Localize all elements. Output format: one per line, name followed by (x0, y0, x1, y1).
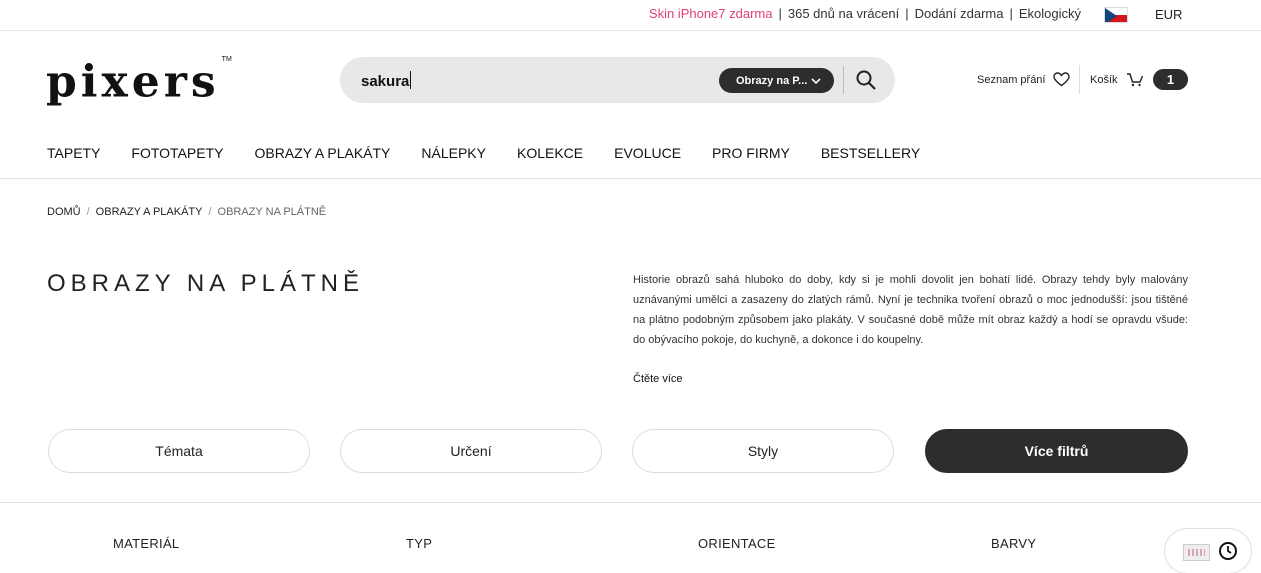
chevron-down-icon (811, 77, 821, 84)
promo-link[interactable]: Skin iPhone7 zdarma (649, 6, 773, 21)
filter-header-barvy[interactable]: BARVY (991, 536, 1036, 551)
nav-item-fototapety[interactable]: FOTOTAPETY (131, 145, 223, 161)
filter-header-typ[interactable]: TYP (406, 536, 432, 551)
pixers-logo[interactable]: pixers TM (46, 56, 232, 108)
wishlist-label: Seznam přání (977, 73, 1046, 86)
cart-count-badge[interactable]: 1 (1153, 69, 1188, 90)
cart-label: Košík (1090, 73, 1118, 86)
logo-text: pixers (46, 56, 220, 108)
czech-flag-icon[interactable] (1104, 7, 1128, 23)
top-links: Skin iPhone7 zdarma | 365 dnů na vrácení… (649, 6, 1081, 21)
breadcrumb-home[interactable]: DOMŮ (47, 206, 81, 218)
top-bar: Skin iPhone7 zdarma | 365 dnů na vrácení… (0, 0, 1261, 31)
category-description: Historie obrazů sahá hluboko do doby, kd… (633, 274, 1188, 346)
nav-item-kolekce[interactable]: KOLEKCE (517, 145, 583, 161)
heart-icon (1053, 72, 1071, 87)
returns-link[interactable]: 365 dnů na vrácení (788, 6, 899, 21)
main-nav: TAPETY FOTOTAPETY OBRAZY A PLAKÁTY NÁLEP… (47, 145, 951, 161)
filter-header-orientace[interactable]: ORIENTACE (698, 536, 776, 551)
search-icon[interactable] (855, 69, 877, 91)
wishlist-link[interactable]: Seznam přání (977, 72, 1071, 87)
nav-item-tapety[interactable]: TAPETY (47, 145, 100, 161)
currency-selector[interactable]: EUR (1155, 7, 1182, 22)
text-caret (410, 71, 412, 89)
eco-link[interactable]: Ekologický (1019, 6, 1081, 21)
more-filters-button[interactable]: Více filtrů (925, 429, 1188, 473)
logo-tm: TM (221, 56, 232, 63)
nav-item-evoluce[interactable]: EVOLUCE (614, 145, 681, 161)
cart-icon (1126, 73, 1143, 87)
product-thumbnail (1183, 544, 1210, 561)
breadcrumb-current: OBRAZY NA PLÁTNĚ (217, 206, 327, 218)
top-separator: | (905, 6, 909, 21)
search-scope-label: Obrazy na P... (736, 74, 808, 87)
top-separator: | (778, 6, 782, 21)
breadcrumb-separator: / (208, 206, 212, 218)
nav-divider (0, 178, 1261, 179)
cart-link[interactable]: Košík (1090, 72, 1144, 87)
read-more-link[interactable]: Čtěte více (633, 373, 683, 385)
filter-divider (0, 502, 1261, 503)
search-input[interactable]: sakura (361, 71, 412, 90)
page-title: OBRAZY NA PLÁTNĚ (47, 270, 364, 297)
filter-temata-button[interactable]: Témata (48, 429, 310, 473)
nav-item-bestsellery[interactable]: BESTSELLERY (821, 145, 920, 161)
nav-item-pro-firmy[interactable]: PRO FIRMY (712, 145, 790, 161)
search-bar: sakura Obrazy na P... (340, 57, 895, 103)
filter-header-material[interactable]: MATERIÁL (113, 536, 179, 551)
header-divider (1079, 65, 1080, 94)
nav-item-nalepky[interactable]: NÁLEPKY (421, 145, 486, 161)
search-query: sakura (361, 73, 410, 90)
filter-urceni-button[interactable]: Určení (340, 429, 602, 473)
search-divider (843, 66, 844, 94)
breadcrumb: DOMŮ / OBRAZY A PLAKÁTY / OBRAZY NA PLÁT… (47, 206, 326, 218)
filter-styly-button[interactable]: Styly (632, 429, 894, 473)
breadcrumb-separator: / (86, 206, 90, 218)
breadcrumb-obrazy-a-plakaty[interactable]: OBRAZY A PLAKÁTY (96, 206, 203, 218)
search-scope-dropdown[interactable]: Obrazy na P... (719, 68, 834, 93)
nav-item-obrazy-a-plakaty[interactable]: OBRAZY A PLAKÁTY (254, 145, 390, 161)
recently-viewed-widget[interactable] (1164, 528, 1252, 573)
top-separator: | (1009, 6, 1013, 21)
delivery-link[interactable]: Dodání zdarma (915, 6, 1004, 21)
clock-icon (1219, 542, 1237, 560)
